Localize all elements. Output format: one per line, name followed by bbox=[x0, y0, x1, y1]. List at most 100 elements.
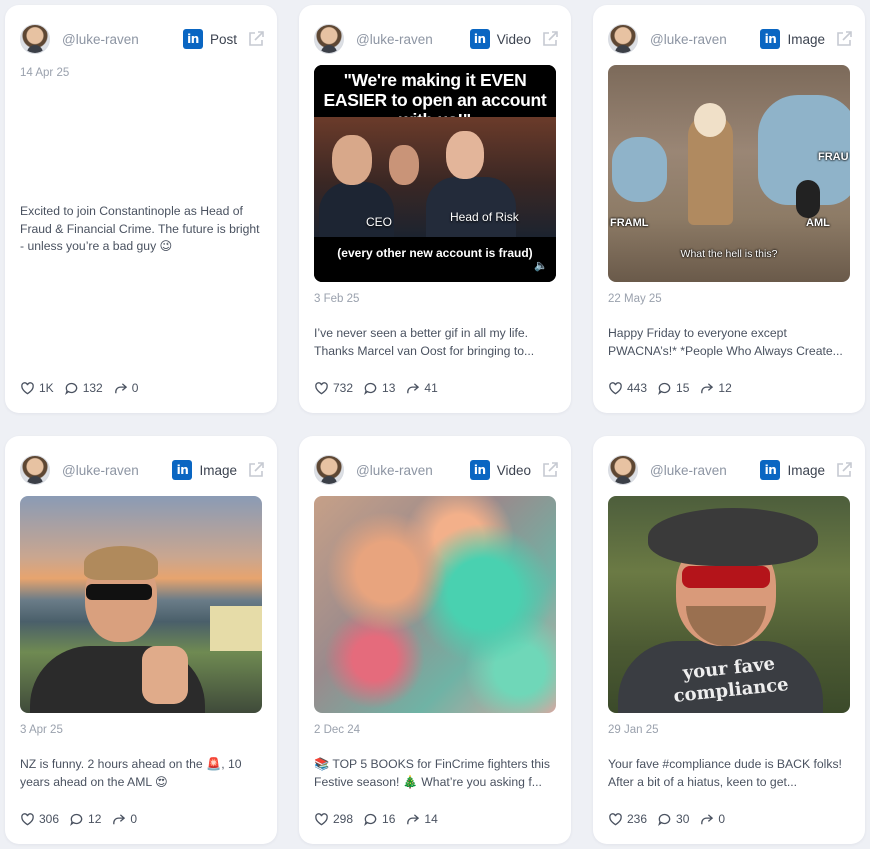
post-date: 29 Jan 25 bbox=[608, 724, 659, 736]
post-image[interactable] bbox=[20, 496, 262, 713]
meme-top-text: "We're making it EVEN EASIER to open an … bbox=[314, 65, 556, 130]
shares-stat: 41 bbox=[405, 381, 438, 396]
comments-count: 12 bbox=[88, 812, 102, 826]
comments-stat: 16 bbox=[363, 812, 395, 827]
post-card[interactable]: @luke-raven in Image FRAU FRAML AML What… bbox=[593, 5, 865, 413]
meme-subtitle: What the hell is this? bbox=[680, 248, 778, 260]
shares-count: 0 bbox=[131, 381, 139, 395]
likes-count: 298 bbox=[333, 812, 354, 826]
comment-icon bbox=[64, 382, 77, 395]
post-type-label: Image bbox=[787, 462, 825, 478]
comments-count: 15 bbox=[676, 381, 690, 395]
author-handle[interactable]: @luke-raven bbox=[650, 32, 760, 47]
post-image[interactable]: your fave compliance bbox=[608, 496, 850, 713]
heart-icon bbox=[315, 381, 328, 394]
comment-icon bbox=[364, 813, 377, 826]
share-icon bbox=[407, 813, 420, 824]
heart-icon bbox=[21, 381, 34, 394]
share-icon bbox=[113, 813, 126, 824]
post-caption: I’ve never seen a better gif in all my l… bbox=[314, 326, 535, 358]
post-card[interactable]: @luke-raven in Post 14 Apr 25 Excited to… bbox=[5, 5, 277, 413]
shares-stat: 12 bbox=[699, 381, 732, 396]
post-caption: Excited to join Constantinople as Head o… bbox=[20, 204, 260, 253]
post-date: 3 Feb 25 bbox=[314, 293, 360, 305]
comments-stat: 15 bbox=[657, 381, 689, 396]
post-date: 22 May 25 bbox=[608, 293, 662, 305]
shares-stat: 14 bbox=[405, 812, 438, 827]
heart-icon bbox=[609, 812, 622, 825]
shares-stat: 0 bbox=[113, 381, 139, 396]
post-stats: 732 13 41 bbox=[314, 379, 448, 397]
linkedin-icon: in bbox=[760, 29, 781, 49]
comments-stat: 30 bbox=[657, 812, 689, 827]
avatar bbox=[20, 455, 50, 485]
comments-count: 132 bbox=[82, 381, 103, 395]
likes-stat: 1K bbox=[20, 381, 54, 396]
external-link-icon[interactable] bbox=[541, 461, 559, 479]
shares-count: 0 bbox=[130, 812, 138, 826]
shares-count: 41 bbox=[424, 381, 438, 395]
post-date: 14 Apr 25 bbox=[20, 67, 70, 79]
external-link-icon[interactable] bbox=[835, 30, 853, 48]
linkedin-icon: in bbox=[760, 460, 781, 480]
likes-count: 732 bbox=[333, 381, 354, 395]
likes-stat: 306 bbox=[20, 812, 59, 827]
linkedin-icon: in bbox=[469, 29, 490, 49]
post-type-label: Video bbox=[496, 31, 531, 47]
meme-label-framl: FRAML bbox=[610, 217, 649, 229]
meme-bottom-text: (every other new account is fraud) bbox=[314, 237, 556, 282]
comments-stat: 12 bbox=[69, 812, 101, 827]
avatar bbox=[20, 24, 50, 54]
avatar bbox=[608, 24, 638, 54]
external-link-icon[interactable] bbox=[247, 461, 265, 479]
comment-icon bbox=[658, 813, 671, 826]
author-handle[interactable]: @luke-raven bbox=[650, 463, 760, 478]
post-stats: 443 15 12 bbox=[608, 379, 742, 397]
post-type-label: Image bbox=[199, 462, 237, 478]
comments-count: 30 bbox=[676, 812, 690, 826]
heart-icon bbox=[315, 812, 328, 825]
post-card[interactable]: @luke-raven in Image 3 Apr 25 NZ is funn… bbox=[5, 436, 277, 844]
meme-label-frau: FRAU bbox=[818, 151, 849, 163]
meme-label-aml: AML bbox=[806, 217, 830, 229]
post-card[interactable]: @luke-raven in Video 2 Dec 24 📚 TOP 5 BO… bbox=[299, 436, 571, 844]
likes-count: 443 bbox=[627, 381, 648, 395]
linkedin-icon: in bbox=[172, 460, 193, 480]
likes-count: 236 bbox=[627, 812, 648, 826]
post-caption: 📚 TOP 5 BOOKS for FinCrime fighters this… bbox=[314, 757, 550, 789]
likes-count: 306 bbox=[39, 812, 60, 826]
share-icon bbox=[701, 382, 714, 393]
post-caption: Happy Friday to everyone except PWACNA’s… bbox=[608, 326, 843, 358]
post-video[interactable] bbox=[314, 496, 556, 713]
post-stats: 298 16 14 bbox=[314, 810, 448, 828]
speaker-icon[interactable]: 🔈 bbox=[534, 259, 548, 272]
post-date: 2 Dec 24 bbox=[314, 724, 361, 736]
shares-stat: 0 bbox=[699, 812, 725, 827]
post-card[interactable]: @luke-raven in Image your fave complianc… bbox=[593, 436, 865, 844]
post-stats: 306 12 0 bbox=[20, 810, 147, 828]
likes-stat: 298 bbox=[314, 812, 353, 827]
author-handle[interactable]: @luke-raven bbox=[62, 32, 183, 47]
share-icon bbox=[114, 382, 127, 393]
external-link-icon[interactable] bbox=[835, 461, 853, 479]
post-video[interactable]: "We're making it EVEN EASIER to open an … bbox=[314, 65, 556, 282]
heart-icon bbox=[21, 812, 34, 825]
post-type-label: Video bbox=[496, 462, 531, 478]
post-caption: Your fave #compliance dude is BACK folks… bbox=[608, 757, 842, 789]
comment-icon bbox=[658, 382, 671, 395]
author-handle[interactable]: @luke-raven bbox=[356, 32, 470, 47]
post-image[interactable]: FRAU FRAML AML What the hell is this? bbox=[608, 65, 850, 282]
post-type-label: Image bbox=[787, 31, 825, 47]
avatar bbox=[608, 455, 638, 485]
author-handle[interactable]: @luke-raven bbox=[356, 463, 470, 478]
external-link-icon[interactable] bbox=[541, 30, 559, 48]
author-handle[interactable]: @luke-raven bbox=[62, 463, 172, 478]
share-icon bbox=[407, 382, 420, 393]
external-link-icon[interactable] bbox=[247, 30, 265, 48]
shares-stat: 0 bbox=[111, 812, 137, 827]
share-icon bbox=[701, 813, 714, 824]
likes-stat: 236 bbox=[608, 812, 647, 827]
avatar bbox=[314, 455, 344, 485]
comment-icon bbox=[70, 813, 83, 826]
post-card[interactable]: @luke-raven in Video "We're making it EV… bbox=[299, 5, 571, 413]
